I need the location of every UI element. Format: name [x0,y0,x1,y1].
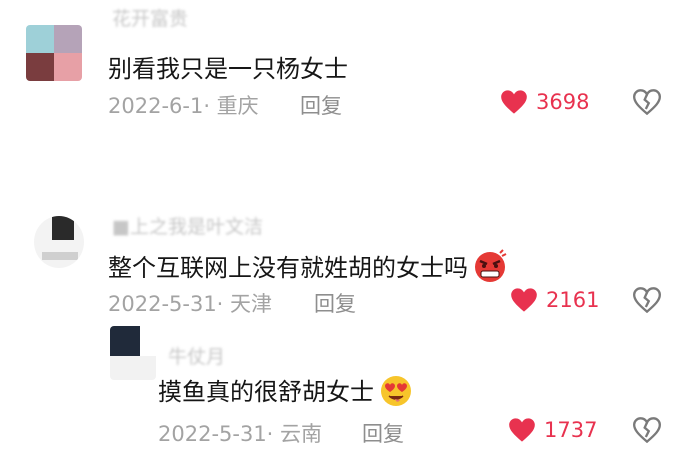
dislike-button[interactable] [632,287,662,317]
heart-icon [511,288,537,312]
heart-icon [509,418,535,442]
date-location: 2022-5-31· 天津 [108,292,273,316]
angry-face-emoji [475,248,507,282]
like-button[interactable]: 3698 [500,89,589,115]
reply-button[interactable]: 回复 [314,288,356,318]
broken-heart-icon [632,89,662,116]
date-location: 2022-5-31· 云南 [158,422,323,446]
like-count: 3698 [536,90,590,114]
dislike-button[interactable] [632,89,662,119]
comment-item: 牛仗月 摸鱼真的很舒胡女士 2022-5-31· 云南 回复 1737 [0,320,690,455]
avatar[interactable] [26,25,82,81]
username[interactable]: 花开富贵 [112,4,188,31]
like-count: 1737 [544,418,598,442]
comment-item: 花开富贵 别看我只是一只杨女士 2022-6-1· 重庆 回复 3698 [0,0,690,150]
username[interactable]: 牛仗月 [168,342,225,369]
heart-icon [501,90,527,114]
like-button[interactable]: 1737 [508,417,597,443]
reply-button[interactable]: 回复 [300,90,342,120]
heart-eyes-emoji [381,375,411,406]
dislike-button[interactable] [632,417,662,447]
broken-heart-icon [632,287,662,314]
comment-text-content: 摸鱼真的很舒胡女士 [158,378,374,406]
like-count: 2161 [546,288,600,312]
comment-text: 别看我只是一只杨女士 [108,49,348,84]
comment-text-content: 整个互联网上没有就姓胡的女士吗 [108,254,468,282]
avatar[interactable] [110,326,156,380]
comment-item: ■上之我是叶文洁 整个互联网上没有就姓胡的女士吗 2022-5-31· 天津 回… [0,200,690,320]
username[interactable]: ■上之我是叶文洁 [112,212,263,239]
avatar[interactable] [34,216,84,268]
like-button[interactable]: 2161 [510,287,599,313]
comment-text: 整个互联网上没有就姓胡的女士吗 [108,248,508,283]
comment-text: 摸鱼真的很舒胡女士 [158,372,414,407]
comment-text-content: 别看我只是一只杨女士 [108,55,348,83]
reply-button[interactable]: 回复 [362,418,404,448]
date-location: 2022-6-1· 重庆 [108,94,259,118]
broken-heart-icon [632,417,662,444]
